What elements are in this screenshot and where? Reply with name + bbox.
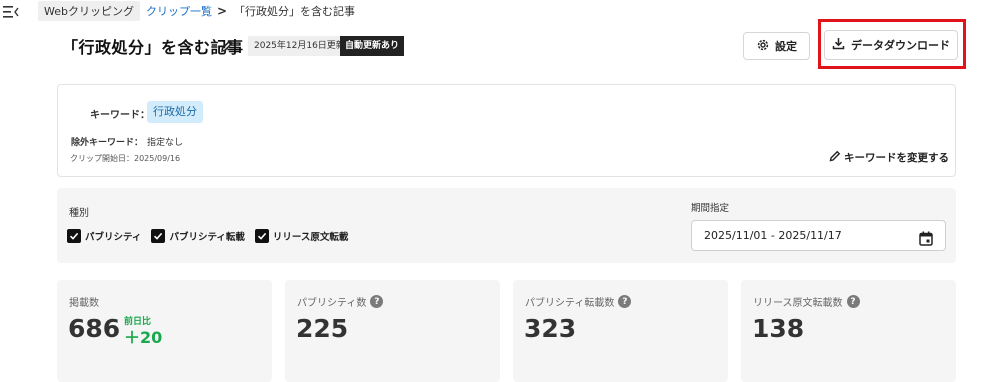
checkbox-label: パブリシティ転載 <box>169 232 245 243</box>
checkbox-publicity-repost[interactable]: パブリシティ転載 <box>151 229 245 243</box>
date-range-value: 2025/11/01 - 2025/11/17 <box>704 229 842 242</box>
breadcrumb-home[interactable]: Webクリッピング <box>38 1 140 21</box>
type-checkbox-group: パブリシティ パブリシティ転載 リリース原文転載 <box>67 229 358 243</box>
stat-value: 225 <box>296 314 349 343</box>
clip-start-date: クリップ開始日：2025/09/16 <box>70 154 181 163</box>
stat-card-total: 掲載数 686 前日比 ＋20 <box>57 280 272 382</box>
breadcrumb: Webクリッピング クリップ一覧 > 「行政処分」を含む記事 <box>38 1 356 21</box>
menu-toggle-icon[interactable] <box>3 3 19 18</box>
checkbox-label: パブリシティ <box>85 232 142 243</box>
keyword-tag: 行政処分 <box>147 101 203 123</box>
keyword-card: キーワード： 行政処分 除外キーワード： 指定なし クリップ開始日：2025/0… <box>57 84 956 177</box>
checkbox-release-original-repost[interactable]: リリース原文転載 <box>254 229 349 243</box>
stat-label: パブリシティ数 ? <box>297 294 384 309</box>
calendar-icon[interactable] <box>919 228 933 246</box>
help-icon[interactable]: ? <box>370 295 384 308</box>
checkmark-icon <box>254 229 269 243</box>
stat-label: 掲載数 <box>69 298 99 309</box>
stat-card-release-original-repost: リリース原文転載数 ? 138 <box>741 280 956 382</box>
change-keyword-label: キーワードを変更する <box>844 152 949 164</box>
keyword-label: キーワード： <box>90 110 150 121</box>
data-download-button[interactable]: データダウンロード <box>824 30 958 60</box>
settings-button[interactable]: 設定 <box>743 32 810 60</box>
period-label: 期間指定 <box>691 203 730 214</box>
page-title: 「行政処分」を含む記事 <box>62 38 244 57</box>
checkmark-icon <box>151 229 166 243</box>
auto-update-badge: 自動更新あり <box>340 36 405 56</box>
stat-value: 138 <box>752 314 805 343</box>
date-range-input[interactable]: 2025/11/01 - 2025/11/17 <box>691 220 946 251</box>
exclude-keyword-value: 指定なし <box>147 138 184 148</box>
exclude-keyword-label: 除外キーワード： <box>71 138 144 148</box>
day-over-day-value: ＋20 <box>124 328 163 347</box>
stat-label: パブリシティ転載数 ? <box>525 294 632 309</box>
change-keyword-link[interactable]: キーワードを変更する <box>829 150 949 165</box>
stat-value: 686 <box>68 314 121 343</box>
filter-panel: 種別 パブリシティ パブリシティ転載 リリース原文転載 期間指定 2025/11… <box>57 188 956 263</box>
breadcrumb-current: 「行政処分」を含む記事 <box>234 5 356 18</box>
download-icon <box>832 37 845 53</box>
checkmark-icon <box>67 229 81 243</box>
breadcrumb-separator: > <box>216 4 228 18</box>
type-label: 種別 <box>69 208 89 219</box>
help-icon[interactable]: ? <box>846 295 860 308</box>
stat-card-publicity-repost: パブリシティ転載数 ? 323 <box>513 280 728 382</box>
updated-date: 2025年12月16日更新 <box>248 36 351 56</box>
checkbox-label: リリース原文転載 <box>272 232 349 243</box>
help-icon[interactable]: ? <box>618 295 632 308</box>
stat-card-publicity: パブリシティ数 ? 225 <box>285 280 500 382</box>
pencil-icon <box>829 150 841 165</box>
breadcrumb-clip-list[interactable]: クリップ一覧 <box>146 3 212 19</box>
stat-value: 323 <box>524 314 577 343</box>
gear-icon <box>756 38 770 55</box>
download-label: データダウンロード <box>851 39 950 52</box>
settings-label: 設定 <box>775 40 797 53</box>
edit-title-pencil-icon[interactable] <box>220 38 234 53</box>
stat-label: リリース原文転載数 ? <box>753 294 860 309</box>
checkbox-publicity[interactable]: パブリシティ <box>67 229 141 243</box>
